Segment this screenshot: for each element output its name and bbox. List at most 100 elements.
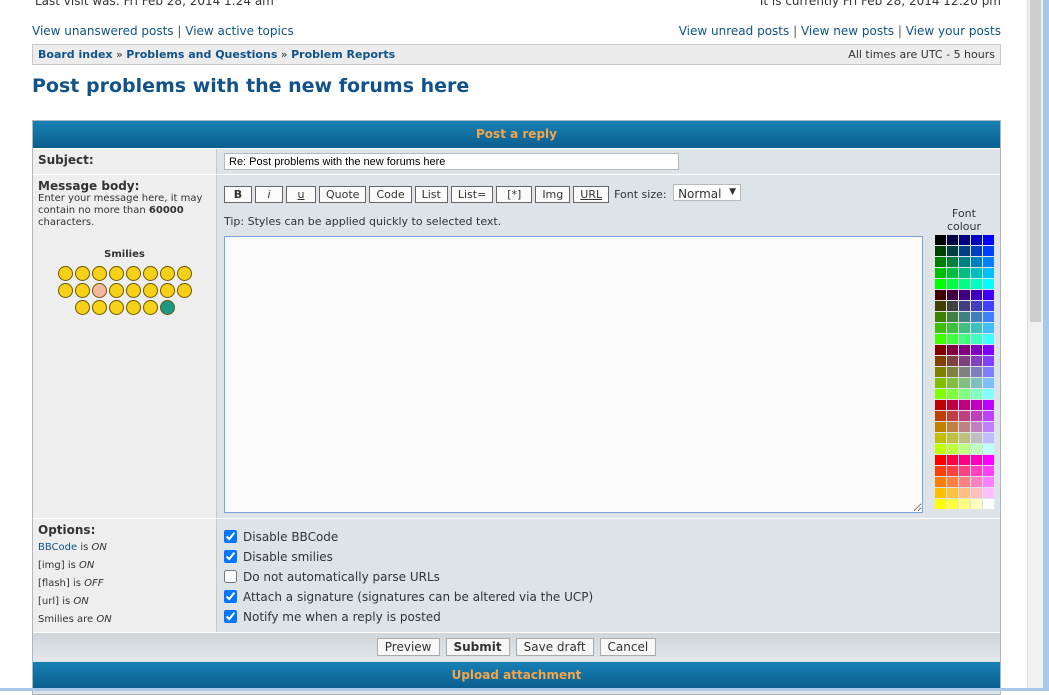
colour-swatch[interactable] [959,268,970,278]
view-your-link[interactable]: View your posts [906,24,1001,38]
colour-swatch[interactable] [947,433,958,443]
colour-swatch[interactable] [983,378,994,388]
view-new-link[interactable]: View new posts [801,24,894,38]
colour-swatch[interactable] [959,334,970,344]
colour-swatch[interactable] [947,235,958,245]
colour-swatch[interactable] [983,466,994,476]
italic-button[interactable]: i [255,186,283,203]
smiley-icon[interactable] [91,283,107,298]
submit-button[interactable]: Submit [445,638,510,656]
colour-swatch[interactable] [959,488,970,498]
colour-swatch[interactable] [983,290,994,300]
quote-button[interactable]: Quote [319,186,367,203]
img-button[interactable]: Img [535,186,571,203]
colour-swatch[interactable] [947,367,958,377]
option-0[interactable]: Disable BBCode [224,527,994,547]
colour-swatch[interactable] [971,389,982,399]
colour-swatch[interactable] [935,257,946,267]
colour-swatch[interactable] [935,345,946,355]
colour-swatch[interactable] [983,455,994,465]
smiley-icon[interactable] [74,300,90,315]
colour-swatch[interactable] [935,367,946,377]
colour-swatch[interactable] [959,477,970,487]
colour-swatch[interactable] [983,268,994,278]
colour-swatch[interactable] [959,455,970,465]
option-4[interactable]: Notify me when a reply is posted [224,607,994,627]
list-item-button[interactable]: [*] [496,186,533,203]
crumb-board-index[interactable]: Board index [38,48,113,61]
colour-swatch[interactable] [959,301,970,311]
view-unread-link[interactable]: View unread posts [679,24,790,38]
colour-swatch[interactable] [983,422,994,432]
colour-swatch[interactable] [959,433,970,443]
colour-swatch[interactable] [935,433,946,443]
option-1[interactable]: Disable smilies [224,547,994,567]
colour-swatch[interactable] [971,334,982,344]
colour-swatch[interactable] [947,290,958,300]
colour-swatch[interactable] [959,466,970,476]
colour-swatch[interactable] [959,323,970,333]
smiley-icon[interactable] [108,283,124,298]
colour-swatch[interactable] [971,356,982,366]
smiley-icon[interactable] [159,283,175,298]
colour-swatch[interactable] [983,279,994,289]
colour-swatch[interactable] [959,400,970,410]
colour-swatch[interactable] [947,455,958,465]
colour-swatch[interactable] [935,235,946,245]
colour-swatch[interactable] [947,312,958,322]
colour-swatch[interactable] [983,488,994,498]
colour-swatch[interactable] [947,499,958,509]
smiley-icon[interactable] [108,300,124,315]
scrollbar-thumb[interactable] [1030,0,1041,322]
colour-swatch[interactable] [947,411,958,421]
upload-attachment-header[interactable]: Upload attachment [33,662,1000,689]
colour-swatch[interactable] [971,499,982,509]
colour-swatch[interactable] [935,279,946,289]
colour-swatch[interactable] [983,499,994,509]
save-draft-button[interactable]: Save draft [515,638,594,656]
smiley-icon[interactable] [125,266,141,281]
colour-swatch[interactable] [947,477,958,487]
smiley-icon[interactable] [57,266,73,281]
colour-swatch[interactable] [947,246,958,256]
option-checkbox[interactable] [224,550,237,563]
colour-swatch[interactable] [971,290,982,300]
colour-swatch[interactable] [971,268,982,278]
colour-swatch[interactable] [935,411,946,421]
scrollbar[interactable] [1027,0,1043,691]
cancel-button[interactable]: Cancel [599,638,657,656]
colour-swatch[interactable] [935,444,946,454]
colour-swatch[interactable] [971,301,982,311]
colour-swatch[interactable] [959,411,970,421]
colour-swatch[interactable] [983,323,994,333]
colour-swatch[interactable] [947,301,958,311]
smiley-icon[interactable] [142,300,158,315]
colour-swatch[interactable] [947,323,958,333]
smiley-icon[interactable] [125,283,141,298]
colour-swatch[interactable] [935,499,946,509]
smiley-icon[interactable] [176,266,192,281]
smiley-icon[interactable] [176,283,192,298]
colour-swatch[interactable] [959,378,970,388]
colour-swatch[interactable] [971,279,982,289]
colour-swatch[interactable] [971,477,982,487]
colour-swatch[interactable] [971,444,982,454]
colour-swatch[interactable] [959,422,970,432]
colour-swatch[interactable] [983,345,994,355]
colour-swatch[interactable] [983,444,994,454]
colour-swatch[interactable] [971,466,982,476]
list-ordered-button[interactable]: List= [450,186,494,203]
colour-swatch[interactable] [983,334,994,344]
smiley-icon[interactable] [91,300,107,315]
smiley-icon[interactable] [91,266,107,281]
colour-swatch[interactable] [971,411,982,421]
code-button[interactable]: Code [369,186,412,203]
colour-swatch[interactable] [947,378,958,388]
colour-swatch[interactable] [935,389,946,399]
colour-swatch[interactable] [935,334,946,344]
colour-swatch[interactable] [959,257,970,267]
view-unanswered-link[interactable]: View unanswered posts [32,24,174,38]
smiley-icon[interactable] [159,266,175,281]
option-checkbox[interactable] [224,590,237,603]
colour-swatch[interactable] [935,477,946,487]
